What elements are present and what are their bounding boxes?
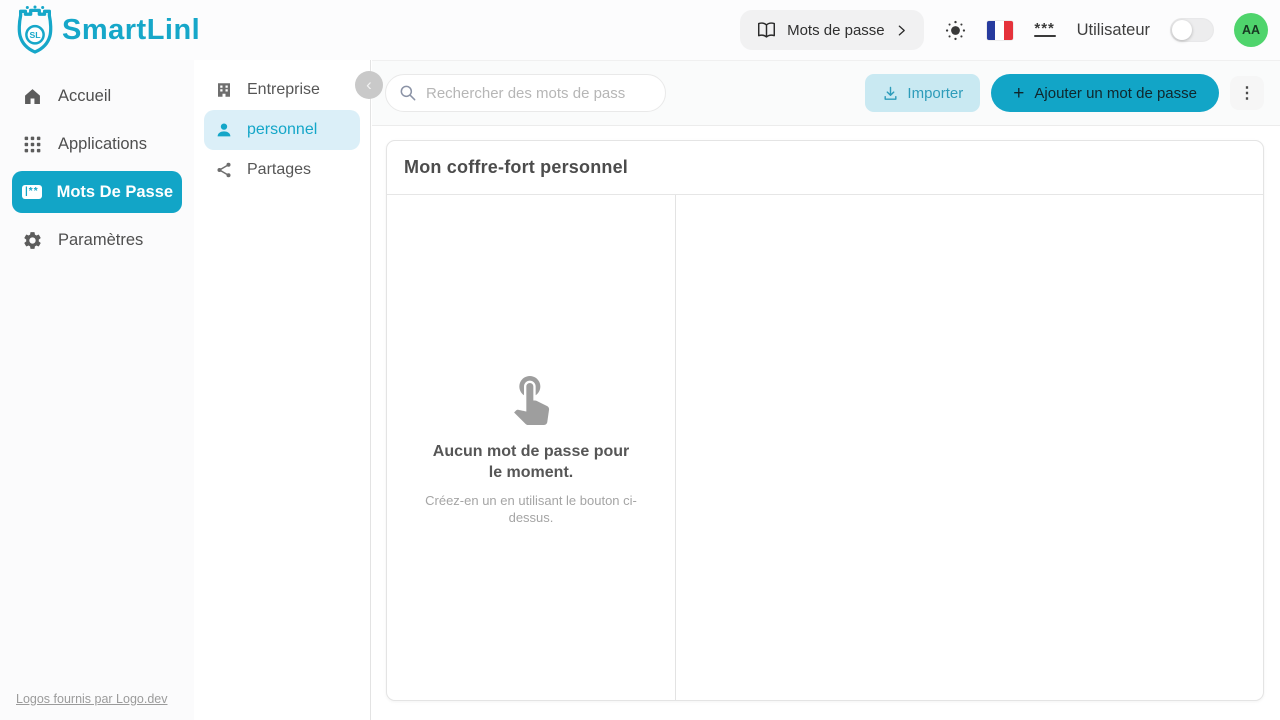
search-icon	[398, 83, 418, 103]
sun-icon	[944, 19, 967, 42]
user-label: Utilisateur	[1077, 21, 1150, 40]
vault-item-partages[interactable]: Partages	[194, 150, 370, 190]
sidebar-item-label: Mots De Passe	[57, 183, 173, 202]
sidebar-item-label: Accueil	[58, 87, 111, 106]
gear-icon	[22, 230, 43, 251]
personal-vault-card: Mon coffre-fort personnel Aucun mot de p…	[386, 140, 1264, 701]
language-flag-button[interactable]	[987, 21, 1013, 40]
open-book-icon	[756, 21, 777, 40]
chevron-right-icon	[895, 24, 908, 37]
password-list-panel: Aucun mot de passe pour le moment. Créez…	[387, 195, 676, 700]
add-password-button[interactable]: + Ajouter un mot de passe	[991, 74, 1219, 112]
user-mode-toggle[interactable]	[1170, 18, 1214, 42]
passwords-toolbar: Importer + Ajouter un mot de passe ⋮	[372, 60, 1280, 126]
search-input[interactable]	[385, 74, 666, 112]
user-avatar[interactable]: AA	[1234, 13, 1268, 47]
logo-dev-attribution-link[interactable]: Logos fournis par Logo.dev	[16, 692, 168, 706]
sidebar-item-parametres[interactable]: Paramètres	[0, 216, 194, 264]
primary-sidebar: Accueil Applications |** Mots De Passe P…	[0, 60, 194, 720]
brand-name: SmartLinl	[62, 14, 200, 47]
sidebar-item-label: Paramètres	[58, 231, 143, 250]
toggle-knob	[1172, 20, 1192, 40]
share-icon	[215, 161, 233, 179]
context-switcher-label: Mots de passe	[787, 22, 885, 39]
apps-grid-icon	[22, 134, 43, 155]
vault-item-label: personnel	[247, 121, 317, 139]
home-icon	[22, 86, 43, 107]
vault-card-title: Mon coffre-fort personnel	[387, 141, 1263, 195]
vault-sidebar: Entreprise personnel Partages	[194, 60, 371, 720]
more-options-button[interactable]: ⋮	[1230, 76, 1264, 110]
sidebar-item-applications[interactable]: Applications	[0, 120, 194, 168]
sidebar-item-mots-de-passe[interactable]: |** Mots De Passe	[12, 171, 182, 213]
sidebar-item-label: Applications	[58, 135, 147, 154]
add-password-label: Ajouter un mot de passe	[1034, 85, 1197, 102]
person-icon	[215, 121, 233, 139]
vault-item-entreprise[interactable]: Entreprise	[194, 70, 370, 110]
sidebar-collapse-button[interactable]: ‹	[355, 71, 383, 99]
empty-state-title: Aucun mot de passe pour le moment.	[425, 441, 637, 484]
sidebar-item-accueil[interactable]: Accueil	[0, 72, 194, 120]
shield-logo-icon: SL	[12, 5, 58, 55]
vault-item-label: Partages	[247, 161, 311, 179]
vault-item-personnel[interactable]: personnel	[204, 110, 360, 150]
brand-logo[interactable]: SL SmartLinl	[12, 5, 200, 55]
password-field-icon: |**	[22, 185, 42, 199]
main-content: Importer + Ajouter un mot de passe ⋮ Mon…	[372, 60, 1280, 720]
password-detail-panel	[676, 195, 1263, 700]
context-switcher-button[interactable]: Mots de passe	[740, 10, 924, 50]
building-icon	[215, 81, 233, 99]
tap-hand-icon	[503, 369, 559, 425]
password-dots-icon[interactable]: ***	[1033, 24, 1057, 37]
plus-icon: +	[1013, 84, 1024, 103]
vault-item-label: Entreprise	[247, 81, 320, 99]
header-actions: Mots de passe *** Utilisateur	[740, 10, 1268, 50]
top-header: SL SmartLinl Mots de passe	[0, 0, 1280, 60]
toolbar-actions: Importer + Ajouter un mot de passe ⋮	[865, 74, 1264, 112]
download-icon	[882, 85, 899, 102]
import-button[interactable]: Importer	[865, 74, 980, 112]
french-flag-icon	[987, 21, 1013, 40]
import-button-label: Importer	[907, 85, 963, 102]
vault-card-body: Aucun mot de passe pour le moment. Créez…	[387, 195, 1263, 700]
theme-light-button[interactable]	[944, 19, 967, 42]
svg-text:SL: SL	[29, 30, 40, 40]
search-box	[385, 74, 666, 112]
empty-state-subtitle: Créez-en un en utilisant le bouton ci-de…	[412, 493, 650, 527]
